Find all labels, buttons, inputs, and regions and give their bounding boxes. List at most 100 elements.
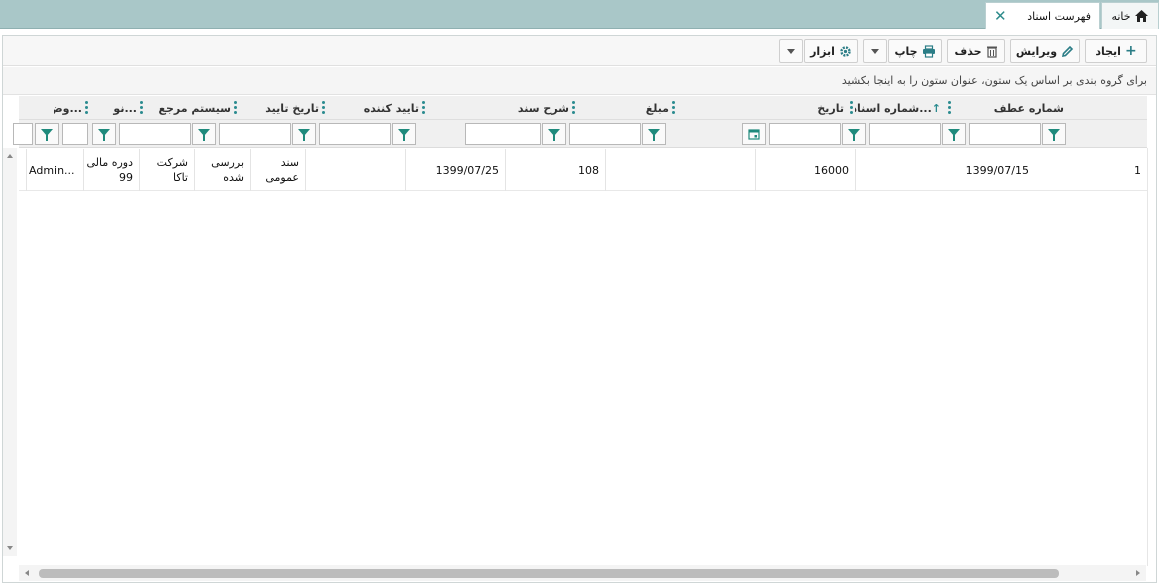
column-header-doc-no[interactable]: شماره اسناد... ↑	[855, 96, 945, 120]
cell-approve-date	[305, 149, 405, 191]
right-gutter	[1147, 148, 1156, 566]
tools-button[interactable]: ابزار	[804, 39, 858, 63]
column-title: تایید کننده	[363, 101, 419, 115]
tab-home[interactable]: خانه	[1101, 2, 1159, 29]
edit-label: ویرایش	[1015, 44, 1058, 58]
filter-button[interactable]	[35, 123, 59, 145]
column-menu-icon[interactable]	[948, 101, 951, 115]
tools-label: ابزار	[810, 44, 835, 58]
column-title: تاریخ	[817, 101, 844, 115]
gear-icon	[840, 45, 851, 57]
filter-button[interactable]	[92, 123, 116, 145]
column-menu-icon[interactable]	[572, 101, 575, 115]
column-menu-icon[interactable]	[422, 101, 425, 115]
filter-input-approver[interactable]	[319, 123, 391, 145]
filter-input-amount[interactable]	[569, 123, 641, 145]
filter-input-status[interactable]	[13, 123, 33, 145]
column-header-amount[interactable]: مبلغ	[581, 96, 671, 120]
home-icon	[1134, 10, 1148, 22]
filter-input-approve-date[interactable]	[219, 123, 291, 145]
column-menu-icon[interactable]	[672, 101, 675, 115]
filter-button[interactable]	[192, 123, 216, 145]
filter-icon	[1048, 128, 1060, 141]
column-title: شرح سند	[517, 101, 569, 115]
scrollbar-thumb[interactable]	[39, 569, 1059, 578]
filter-input-doc-no[interactable]	[869, 123, 941, 145]
cell-user: Admin...	[26, 149, 83, 191]
filter-button[interactable]	[292, 123, 316, 145]
cell-status: بررسی شده	[194, 149, 250, 191]
vertical-scrollbar[interactable]	[3, 148, 17, 556]
documents-grid: شماره عطف شماره اسناد... ↑ تاریخ مبلغ شرح…	[13, 96, 1147, 582]
cell-date: 16000	[755, 149, 855, 191]
create-button[interactable]: ایجاد +	[1085, 39, 1147, 63]
pencil-icon	[1062, 45, 1074, 57]
filter-icon	[648, 128, 660, 141]
filter-button[interactable]	[642, 123, 666, 145]
column-header-date[interactable]: تاریخ	[756, 96, 846, 120]
column-menu-icon[interactable]	[322, 101, 325, 115]
document-list-panel: ایجاد + ویرایش حذف چاپ ابزار برای گروه ب…	[2, 35, 1157, 583]
filter-icon	[298, 128, 310, 141]
cell-ref-no: 1	[1134, 163, 1141, 177]
horizontal-scrollbar[interactable]	[19, 565, 1146, 581]
column-header-type[interactable]: نو...	[109, 96, 139, 120]
filter-input-date[interactable]	[769, 123, 841, 145]
cell-doc-no: 1399/07/15	[855, 149, 1035, 191]
column-menu-icon[interactable]	[140, 101, 143, 115]
plus-icon: +	[1124, 43, 1137, 59]
column-header-approver[interactable]: تایید کننده	[321, 96, 421, 120]
delete-button[interactable]: حذف	[947, 39, 1005, 63]
calendar-button[interactable]	[742, 123, 766, 145]
filter-input-ref-system[interactable]	[119, 123, 191, 145]
filter-button[interactable]	[842, 123, 866, 145]
toolbar: ایجاد + ویرایش حذف چاپ ابزار	[3, 36, 1156, 66]
tab-document-list-label: فهرست اسناد	[1027, 9, 1091, 23]
cell-type: سند عمومی	[250, 149, 305, 191]
filter-icon	[198, 128, 210, 141]
filter-icon	[548, 128, 560, 141]
filter-button[interactable]	[942, 123, 966, 145]
group-by-hint: برای گروه بندی بر اساس یک ستون، عنوان ست…	[841, 74, 1147, 87]
column-menu-icon[interactable]	[850, 101, 853, 115]
scroll-up-icon[interactable]	[7, 154, 13, 158]
filter-button[interactable]	[542, 123, 566, 145]
cell-amount	[605, 149, 755, 191]
tab-document-list[interactable]: ✕ فهرست اسناد	[985, 2, 1100, 29]
column-menu-icon[interactable]	[85, 101, 88, 115]
cell-description: 108	[505, 149, 605, 191]
chevron-down-icon	[787, 48, 795, 54]
print-button[interactable]: چاپ	[888, 39, 942, 63]
edit-button[interactable]: ویرایش	[1010, 39, 1080, 63]
filter-input-ref-no[interactable]	[969, 123, 1041, 145]
filter-button[interactable]	[1042, 123, 1066, 145]
cell-company: شرکت تاکا	[139, 149, 194, 191]
delete-label: حذف	[954, 44, 982, 58]
filter-button[interactable]	[392, 123, 416, 145]
printer-icon	[922, 44, 935, 58]
filter-row	[13, 120, 1147, 148]
column-header-ref-no[interactable]: شماره عطف	[956, 96, 1066, 120]
column-title: مبلغ	[645, 101, 669, 115]
column-header-description[interactable]: شرح سند	[481, 96, 571, 120]
column-menu-icon[interactable]	[234, 101, 237, 115]
scroll-down-icon[interactable]	[7, 546, 13, 550]
column-header-ref-system[interactable]: سیستم مرجع	[153, 96, 233, 120]
print-menu-button[interactable]	[863, 39, 887, 63]
column-header-status[interactable]: وض...	[54, 96, 84, 120]
group-by-drop-area[interactable]: برای گروه بندی بر اساس یک ستون، عنوان ست…	[3, 67, 1156, 95]
calendar-icon	[748, 129, 760, 140]
column-title: وض...	[54, 101, 82, 115]
column-header-approve-date[interactable]: تاریخ تایید	[231, 96, 321, 120]
close-icon[interactable]: ✕	[994, 7, 1007, 25]
filter-input-description[interactable]	[465, 123, 541, 145]
column-title: شماره اسناد...	[855, 101, 932, 115]
tab-home-label: خانه	[1111, 9, 1131, 23]
scroll-left-icon[interactable]	[25, 570, 29, 576]
tools-menu-button[interactable]	[779, 39, 803, 63]
table-row[interactable]: 1 1399/07/15 16000 108 1399/07/25 سند عم…	[19, 149, 1147, 191]
filter-input-type[interactable]	[62, 123, 88, 145]
scroll-right-icon[interactable]	[1136, 570, 1140, 576]
filter-icon	[948, 128, 960, 141]
filter-icon	[98, 128, 110, 141]
